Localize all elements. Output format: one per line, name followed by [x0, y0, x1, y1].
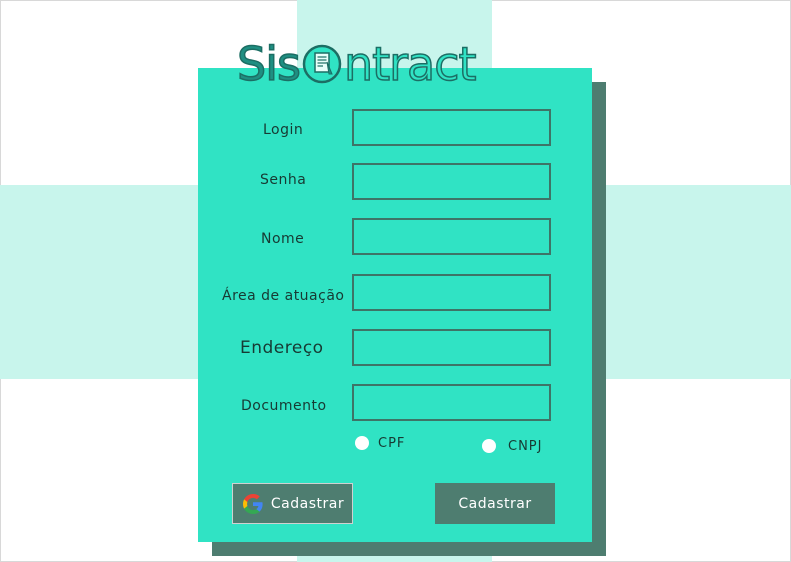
cpf-radio[interactable]	[355, 436, 369, 450]
senha-input[interactable]	[352, 163, 551, 200]
nome-label: Nome	[261, 231, 305, 247]
cnpj-radio-label: CNPJ	[508, 439, 543, 454]
area-atuacao-label: Área de atuação	[222, 288, 345, 304]
logo-text-ntract: ntract	[343, 37, 477, 91]
cnpj-radio[interactable]	[482, 439, 496, 453]
google-signup-button[interactable]: Cadastrar	[232, 483, 353, 524]
endereco-label: Endereço	[240, 338, 324, 358]
google-signup-label: Cadastrar	[270, 495, 345, 512]
documento-input[interactable]	[352, 384, 551, 421]
login-input[interactable]	[352, 109, 551, 146]
senha-label: Senha	[260, 172, 307, 188]
logo-text-sis: Sis	[236, 37, 301, 91]
app-logo: Sis ntract	[236, 37, 477, 91]
area-atuacao-input[interactable]	[352, 274, 551, 311]
cpf-radio-label: CPF	[378, 436, 406, 451]
documento-label: Documento	[241, 398, 327, 414]
google-icon	[242, 493, 263, 514]
endereco-input[interactable]	[352, 329, 551, 366]
submit-signup-button[interactable]: Cadastrar	[435, 483, 555, 524]
nome-input[interactable]	[352, 218, 551, 255]
submit-signup-label: Cadastrar	[458, 495, 532, 512]
login-label: Login	[263, 122, 304, 138]
document-in-circle-icon	[302, 44, 342, 84]
